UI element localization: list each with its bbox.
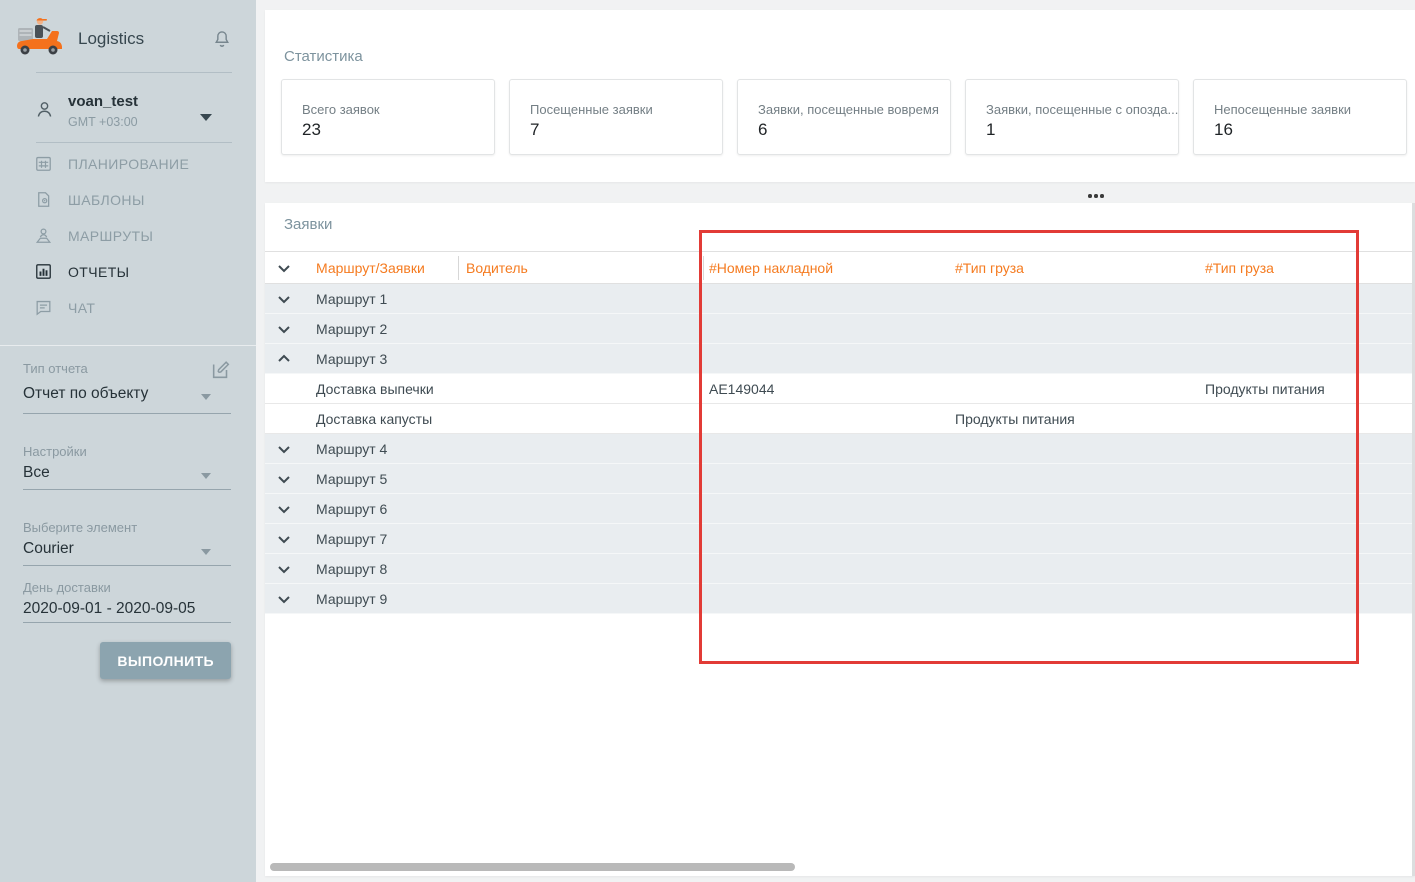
user-timezone: GMT +03:00 xyxy=(68,115,138,129)
column-divider[interactable] xyxy=(703,256,704,280)
stat-card-visited: Посещенные заявки 7 xyxy=(509,79,723,155)
settings-label: Настройки xyxy=(23,444,87,459)
orders-panel: Заявки Маршрут/Заявки Водитель #Номер на… xyxy=(265,203,1415,876)
cargo-type: Продукты питания xyxy=(1205,381,1325,397)
column-header-cargo-2[interactable]: #Тип груза xyxy=(1205,260,1274,276)
table-body: Маршрут 1 Маршрут 2 Маршрут 3 Доставка в… xyxy=(265,284,1412,614)
sidebar-item-chat[interactable]: ЧАТ xyxy=(0,290,256,326)
cargo-type: Продукты питания xyxy=(955,411,1075,427)
chevron-down-icon[interactable] xyxy=(275,530,293,548)
logo-row: Logistics xyxy=(0,0,256,72)
panel-resize-handle[interactable] xyxy=(1088,194,1104,198)
table-row-request[interactable]: Доставка капусты Продукты питания xyxy=(265,404,1412,434)
table-row-route-9[interactable]: Маршрут 9 xyxy=(265,584,1412,614)
settings-select[interactable]: Все xyxy=(23,464,50,482)
chevron-up-icon[interactable] xyxy=(275,350,293,368)
sidebar-item-templates[interactable]: ШАБЛОНЫ xyxy=(0,182,256,218)
sidebar-item-routes[interactable]: МАРШРУТЫ xyxy=(0,218,256,254)
run-report-button[interactable]: ВЫПОЛНИТЬ xyxy=(100,642,231,679)
column-header-route[interactable]: Маршрут/Заявки xyxy=(316,260,425,276)
horizontal-scrollbar-thumb[interactable] xyxy=(270,863,795,871)
field-underline xyxy=(23,622,231,623)
chat-bubble-icon xyxy=(34,298,53,317)
template-document-icon xyxy=(34,190,53,209)
brand-name: Logistics xyxy=(78,29,144,49)
username: voan_test xyxy=(68,93,138,110)
statistics-panel: Статистика Всего заявок 23 Посещенные за… xyxy=(265,10,1415,182)
user-menu[interactable]: voan_test GMT +03:00 xyxy=(0,72,256,142)
stat-card-late: Заявки, посещенные с опозда... 1 xyxy=(965,79,1179,155)
stat-cards: Всего заявок 23 Посещенные заявки 7 Заяв… xyxy=(281,79,1407,155)
table-row-route-2[interactable]: Маршрут 2 xyxy=(265,314,1412,344)
chevron-down-icon[interactable] xyxy=(275,290,293,308)
delivery-scooter-logo-icon xyxy=(16,15,62,57)
edit-report-icon[interactable] xyxy=(210,359,232,381)
chevron-down-icon[interactable] xyxy=(275,500,293,518)
sidebar-item-reports[interactable]: ОТЧЕТЫ xyxy=(0,254,256,290)
chevron-down-icon[interactable] xyxy=(275,560,293,578)
chevron-down-icon[interactable] xyxy=(201,549,211,555)
main-content: Статистика Всего заявок 23 Посещенные за… xyxy=(256,0,1415,882)
table-row-route-4[interactable]: Маршрут 4 xyxy=(265,434,1412,464)
column-header-cargo-1[interactable]: #Тип груза xyxy=(955,260,1024,276)
field-underline xyxy=(23,489,231,490)
table-header-row: Маршрут/Заявки Водитель #Номер накладной… xyxy=(265,251,1412,284)
element-label: Выберите элемент xyxy=(23,520,137,535)
invoice-number: AE149044 xyxy=(709,381,774,397)
element-select[interactable]: Courier xyxy=(23,540,74,558)
route-map-pin-icon xyxy=(34,226,53,245)
table-row-route-6[interactable]: Маршрут 6 xyxy=(265,494,1412,524)
table-row-route-3[interactable]: Маршрут 3 xyxy=(265,344,1412,374)
orders-title: Заявки xyxy=(284,216,332,233)
field-underline xyxy=(23,565,231,566)
field-underline xyxy=(23,413,231,414)
table-row-route-8[interactable]: Маршрут 8 xyxy=(265,554,1412,584)
notifications-bell-icon[interactable] xyxy=(212,28,232,50)
column-header-invoice[interactable]: #Номер накладной xyxy=(709,260,833,276)
statistics-title: Статистика xyxy=(284,48,363,65)
chevron-down-icon[interactable] xyxy=(275,590,293,608)
report-type-label: Тип отчета xyxy=(23,361,88,376)
delivery-day-range-input[interactable]: 2020-09-01 - 2020-09-05 xyxy=(23,600,195,618)
table-row-route-5[interactable]: Маршрут 5 xyxy=(265,464,1412,494)
chevron-down-icon[interactable] xyxy=(275,470,293,488)
chevron-down-icon[interactable] xyxy=(201,394,211,400)
user-avatar-icon xyxy=(34,98,55,121)
bar-chart-icon xyxy=(34,262,53,281)
report-type-select[interactable]: Отчет по объекту xyxy=(23,385,148,403)
stat-card-not-visited: Непосещенные заявки 16 xyxy=(1193,79,1407,155)
column-divider[interactable] xyxy=(458,256,459,280)
sidebar-item-planning[interactable]: ПЛАНИРОВАНИЕ xyxy=(0,146,256,182)
calendar-icon xyxy=(34,154,53,173)
stat-card-on-time: Заявки, посещенные вовремя 6 xyxy=(737,79,951,155)
user-dropdown-caret-icon[interactable] xyxy=(200,114,212,121)
column-header-driver[interactable]: Водитель xyxy=(466,260,528,276)
chevron-down-icon[interactable] xyxy=(201,473,211,479)
stat-card-total: Всего заявок 23 xyxy=(281,79,495,155)
divider xyxy=(36,142,232,143)
chevron-down-icon[interactable] xyxy=(275,440,293,458)
delivery-day-label: День доставки xyxy=(23,580,111,595)
table-row-route-7[interactable]: Маршрут 7 xyxy=(265,524,1412,554)
report-form: Тип отчета Отчет по объекту Настройки Вс… xyxy=(0,345,256,882)
sidebar: Logistics voan_test GMT +03:00 ПЛАНИРОВА… xyxy=(0,0,256,882)
sidebar-nav: ПЛАНИРОВАНИЕ ШАБЛОНЫ МАРШРУТЫ xyxy=(0,146,256,326)
collapse-all-chevron-icon[interactable] xyxy=(275,259,293,277)
table-row-request[interactable]: Доставка выпечки AE149044 Продукты питан… xyxy=(265,374,1412,404)
table-row-route-1[interactable]: Маршрут 1 xyxy=(265,284,1412,314)
chevron-down-icon[interactable] xyxy=(275,320,293,338)
